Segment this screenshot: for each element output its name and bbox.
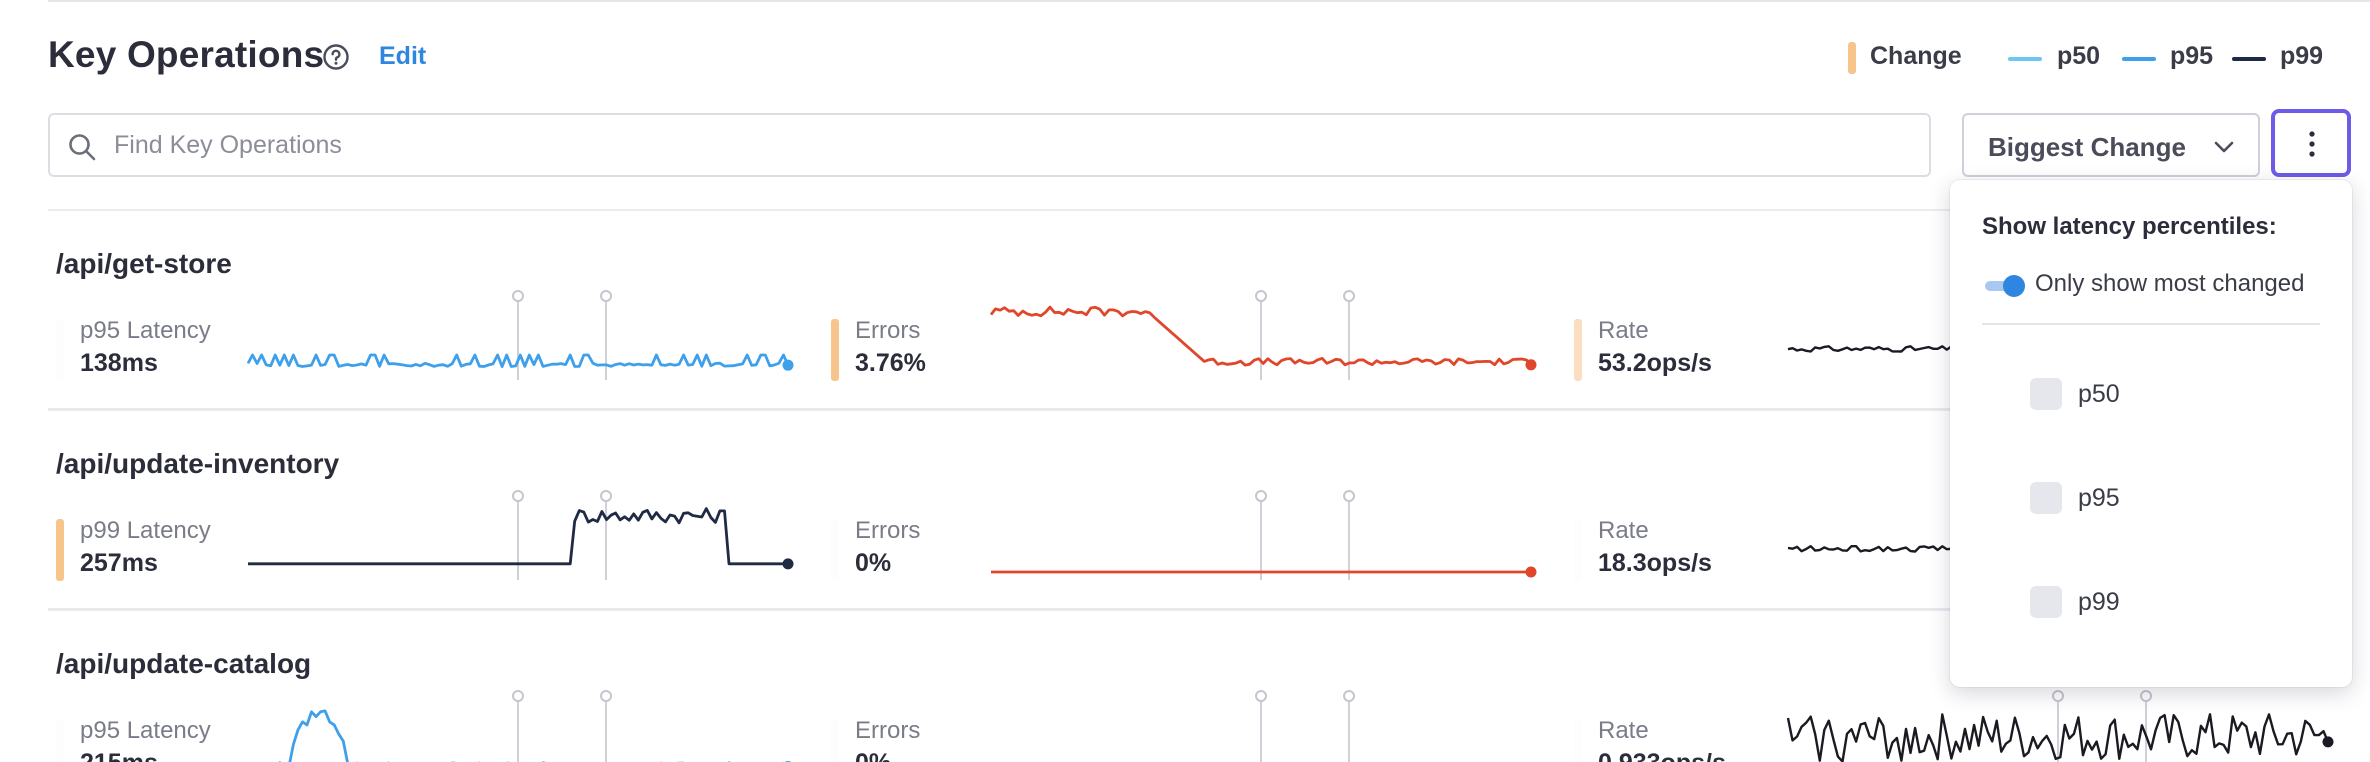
- latency-value: 215ms: [80, 749, 158, 762]
- errors-label: Errors: [855, 517, 921, 544]
- chevron-down-icon: [2214, 141, 2234, 153]
- errors-latest-point: [1525, 566, 1537, 578]
- rate-change-bar: [1574, 319, 1582, 381]
- errors-value: 0%: [855, 749, 891, 762]
- errors-sparkline: [1255, 690, 1356, 762]
- deploy-marker[interactable]: [1343, 690, 1356, 702]
- rate-latest-point: [2322, 736, 2334, 748]
- latency-latest-point: [782, 558, 794, 570]
- p50-checkbox[interactable]: [2030, 378, 2062, 410]
- legend-p99-swatch: [2232, 57, 2266, 61]
- p99-label: p99: [2078, 588, 2120, 616]
- latency-change-bar: [56, 719, 64, 762]
- legend-p95-swatch: [2122, 57, 2156, 61]
- latency-value: 138ms: [80, 349, 158, 377]
- question-circle-icon[interactable]: [322, 43, 350, 71]
- p50-label: p50: [2078, 380, 2120, 408]
- deploy-marker[interactable]: [2140, 690, 2153, 702]
- only-most-changed-toggle[interactable]: [1985, 275, 2029, 297]
- edit-link[interactable]: Edit: [379, 42, 426, 71]
- latency-sparkline: [248, 490, 794, 580]
- operation-title[interactable]: /api/update-catalog: [56, 648, 311, 680]
- rate-label: Rate: [1598, 517, 1649, 544]
- rate-value: 0.933ops/s: [1598, 749, 1726, 762]
- legend-p50-label: p50: [2057, 42, 2101, 70]
- latency-percentile-popover: Show latency percentiles: Only show most…: [1950, 180, 2352, 687]
- operation-title[interactable]: /api/update-inventory: [56, 448, 339, 480]
- popover-heading: Show latency percentiles:: [1982, 213, 2277, 240]
- search-input[interactable]: [114, 115, 1914, 175]
- page-title: Key Operations: [48, 34, 325, 75]
- latency-value: 257ms: [80, 549, 158, 577]
- p95-label: p95: [2078, 484, 2120, 512]
- latency-label: p95 Latency: [80, 717, 211, 744]
- legend-change-swatch: [1848, 42, 1856, 74]
- p99-checkbox[interactable]: [2030, 586, 2062, 618]
- deploy-marker[interactable]: [1255, 490, 1267, 502]
- search-icon: [69, 134, 96, 161]
- latency-latest-point: [782, 359, 794, 371]
- deploy-marker[interactable]: [1343, 490, 1356, 502]
- deploy-marker[interactable]: [1343, 290, 1356, 302]
- rate-label: Rate: [1598, 317, 1649, 344]
- rate-value: 53.2ops/s: [1598, 349, 1712, 377]
- legend-p95-label: p95: [2170, 42, 2214, 70]
- popover-divider: [1982, 323, 2320, 325]
- errors-latest-point: [1525, 359, 1537, 371]
- sort-selected-label: Biggest Change: [1988, 132, 2186, 162]
- errors-sparkline: [989, 290, 1537, 380]
- deploy-marker[interactable]: [600, 490, 613, 502]
- errors-value: 0%: [855, 549, 892, 577]
- errors-label: Errors: [855, 317, 921, 344]
- errors-value: 3.76%: [855, 349, 926, 377]
- top-divider: [48, 0, 2370, 2]
- errors-change-bar: [831, 319, 839, 381]
- operation-row-divider: [48, 608, 1950, 611]
- deploy-marker[interactable]: [600, 290, 613, 302]
- errors-change-bar: [831, 719, 839, 762]
- deploy-marker[interactable]: [512, 690, 524, 702]
- more-options-button[interactable]: [2271, 109, 2351, 177]
- p95-checkbox[interactable]: [2030, 482, 2062, 514]
- sort-dropdown[interactable]: Biggest Change: [1962, 113, 2260, 177]
- latency-sparkline: [278, 690, 792, 762]
- deploy-marker[interactable]: [600, 690, 613, 702]
- rate-sparkline: [1786, 690, 2334, 762]
- rate-change-bar: [1574, 519, 1582, 581]
- rate-label: Rate: [1598, 717, 1649, 744]
- latency-change-bar: [56, 519, 64, 581]
- deploy-marker[interactable]: [1255, 290, 1267, 302]
- errors-label: Errors: [855, 717, 921, 744]
- latency-label: p99 Latency: [80, 517, 211, 544]
- rate-change-bar: [1574, 719, 1582, 762]
- deploy-marker[interactable]: [512, 290, 524, 302]
- toggle-knob: [2003, 275, 2025, 297]
- search-box[interactable]: [48, 113, 1931, 177]
- rate-value: 18.3ops/s: [1598, 549, 1712, 577]
- deploy-marker[interactable]: [2052, 690, 2064, 702]
- list-header-divider: [48, 209, 1950, 211]
- errors-change-bar: [831, 519, 839, 581]
- latency-change-bar: [56, 319, 64, 381]
- vertical-ellipsis-icon: [2309, 131, 2315, 157]
- deploy-marker[interactable]: [512, 490, 524, 502]
- deploy-marker[interactable]: [1255, 690, 1267, 702]
- legend-p50-swatch: [2008, 57, 2042, 61]
- errors-sparkline: [991, 490, 1537, 580]
- operation-row-divider: [48, 408, 1950, 411]
- latency-sparkline: [246, 290, 794, 380]
- only-most-changed-label: Only show most changed: [2035, 270, 2305, 297]
- operation-title[interactable]: /api/get-store: [56, 248, 232, 280]
- legend-change-label: Change: [1870, 42, 1962, 70]
- legend-p99-label: p99: [2280, 42, 2324, 70]
- latency-label: p95 Latency: [80, 317, 211, 344]
